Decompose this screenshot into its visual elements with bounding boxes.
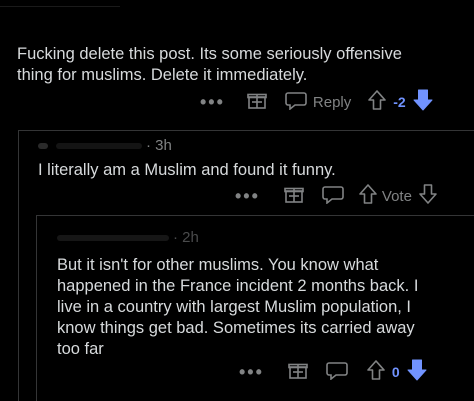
more-options-button[interactable]: ••• — [235, 186, 260, 207]
comment-timestamp: · 3h — [146, 137, 172, 154]
comment-body: Fucking delete this post. Its some serio… — [17, 44, 402, 86]
award-icon[interactable] — [284, 184, 304, 209]
comment-body: But it isn't for other muslims. You know… — [57, 255, 418, 360]
redacted-username — [57, 234, 169, 241]
thread-line[interactable] — [18, 130, 19, 401]
comment-divider — [18, 130, 474, 131]
award-icon[interactable] — [288, 360, 308, 385]
top-divider — [0, 6, 120, 7]
upvote-icon[interactable] — [367, 89, 387, 116]
more-options-button[interactable]: ••• — [239, 362, 264, 383]
comment-action-bar: ••• Reply -2 — [200, 88, 434, 116]
reply-icon[interactable] — [285, 90, 307, 115]
comment-text-line: know things get bad. Sometimes its carri… — [57, 319, 415, 337]
vote-score: -2 — [393, 94, 406, 110]
comment-text-line: happened in the France incident 2 months… — [57, 277, 419, 295]
comment-header: · 2h — [57, 229, 199, 246]
thread-line[interactable] — [36, 215, 37, 401]
comment-action-bar: ••• Vote — [235, 182, 438, 210]
redacted-username — [38, 142, 48, 149]
redacted-username — [56, 142, 142, 149]
comment-text-line: live in a country with largest Muslim po… — [57, 298, 411, 316]
comment-timestamp: · 2h — [173, 229, 199, 246]
upvote-icon[interactable] — [358, 183, 378, 210]
reply-icon[interactable] — [322, 184, 344, 209]
downvote-icon[interactable] — [406, 358, 428, 387]
comment-divider — [36, 215, 474, 216]
comment-text-line: But it isn't for other muslims. You know… — [57, 256, 379, 274]
comment-action-bar: ••• 0 — [239, 358, 428, 386]
award-icon[interactable] — [247, 90, 267, 115]
comment-text-line: thing for muslims. Delete it immediately… — [17, 66, 308, 84]
reply-button[interactable]: Reply — [313, 94, 351, 111]
downvote-icon[interactable] — [412, 88, 434, 117]
comment-text-line: too far — [57, 340, 104, 358]
reply-icon[interactable] — [326, 360, 348, 385]
upvote-icon[interactable] — [366, 359, 386, 386]
comment-header: · 3h — [38, 137, 172, 154]
more-options-button[interactable]: ••• — [200, 92, 225, 113]
vote-label: Vote — [381, 187, 412, 205]
vote-score: 0 — [391, 364, 400, 380]
comment-text-line: Fucking delete this post. Its some serio… — [17, 45, 402, 63]
downvote-icon[interactable] — [418, 183, 438, 210]
comment-text: I literally am a Muslim and found it fun… — [38, 161, 336, 179]
